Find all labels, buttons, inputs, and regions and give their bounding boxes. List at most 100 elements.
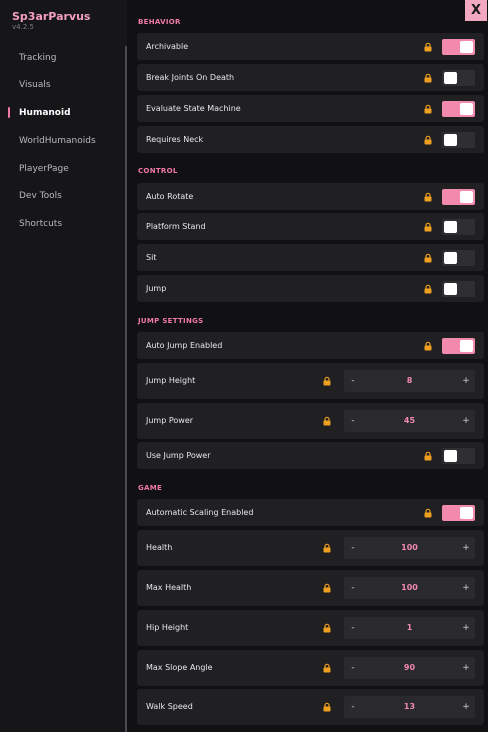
stepper-value[interactable]: 100 xyxy=(362,577,457,599)
stepper-value[interactable]: 100 xyxy=(362,537,457,559)
setting-label: Evaluate State Machine xyxy=(146,104,241,113)
lock-icon[interactable] xyxy=(322,416,332,426)
decrement-button[interactable]: - xyxy=(344,577,362,599)
sidebar-item-playerpage[interactable]: PlayerPage xyxy=(19,164,69,174)
increment-button[interactable]: + xyxy=(457,537,475,559)
sidebar-item-humanoid[interactable]: Humanoid xyxy=(19,108,71,118)
lock-icon[interactable] xyxy=(423,192,433,202)
setting-label: Requires Neck xyxy=(146,135,204,144)
lock-icon[interactable] xyxy=(423,284,433,294)
setting-row-use-jump-power: Use Jump Power xyxy=(137,442,484,469)
setting-label: Walk Speed xyxy=(146,702,193,711)
setting-row-archivable: Archivable xyxy=(137,33,484,60)
stepper-value[interactable]: 45 xyxy=(362,410,457,432)
setting-label: Max Health xyxy=(146,583,192,592)
toggle-knob xyxy=(460,340,473,352)
setting-label: Hip Height xyxy=(146,623,189,632)
setting-row-max-slope: Max Slope Angle - 90 + xyxy=(137,650,484,686)
stepper-jump-height: - 8 + xyxy=(344,370,475,392)
increment-button[interactable]: + xyxy=(457,617,475,639)
toggle-requires-neck[interactable] xyxy=(442,132,475,148)
lock-icon[interactable] xyxy=(423,222,433,232)
toggle-knob xyxy=(460,507,473,519)
setting-row-evaluate-state: Evaluate State Machine xyxy=(137,95,484,122)
toggle-auto-scaling[interactable] xyxy=(442,505,475,521)
setting-row-auto-rotate: Auto Rotate xyxy=(137,183,484,210)
sidebar-item-tracking[interactable]: Tracking xyxy=(19,53,56,63)
stepper-value[interactable]: 1 xyxy=(362,617,457,639)
setting-row-hip-height: Hip Height - 1 + xyxy=(137,610,484,646)
toggle-knob xyxy=(460,191,473,203)
stepper-jump-power: - 45 + xyxy=(344,410,475,432)
app-version: v4.2.5 xyxy=(12,23,34,31)
section-header-jump-settings: JUMP SETTINGS xyxy=(138,317,204,325)
setting-row-sit: Sit xyxy=(137,244,484,271)
toggle-archivable[interactable] xyxy=(442,39,475,55)
lock-icon[interactable] xyxy=(322,583,332,593)
increment-button[interactable]: + xyxy=(457,696,475,718)
stepper-walk-speed: - 13 + xyxy=(344,696,475,718)
lock-icon[interactable] xyxy=(322,663,332,673)
stepper-value[interactable]: 13 xyxy=(362,696,457,718)
setting-row-platform-stand: Platform Stand xyxy=(137,213,484,240)
lock-icon[interactable] xyxy=(322,543,332,553)
decrement-button[interactable]: - xyxy=(344,537,362,559)
increment-button[interactable]: + xyxy=(457,657,475,679)
toggle-knob xyxy=(444,283,457,295)
decrement-button[interactable]: - xyxy=(344,410,362,432)
sidebar-item-shortcuts[interactable]: Shortcuts xyxy=(19,219,62,229)
increment-button[interactable]: + xyxy=(457,370,475,392)
increment-button[interactable]: + xyxy=(457,410,475,432)
stepper-value[interactable]: 90 xyxy=(362,657,457,679)
sidebar-item-dev-tools[interactable]: Dev Tools xyxy=(19,191,62,201)
lock-icon[interactable] xyxy=(423,451,433,461)
toggle-platform-stand[interactable] xyxy=(442,219,475,235)
section-header-control: CONTROL xyxy=(138,167,178,175)
lock-icon[interactable] xyxy=(322,702,332,712)
stepper-max-slope: - 90 + xyxy=(344,657,475,679)
setting-label: Max Slope Angle xyxy=(146,663,213,672)
toggle-knob xyxy=(444,252,457,264)
setting-row-jump: Jump xyxy=(137,275,484,302)
setting-label: Sit xyxy=(146,253,157,262)
lock-icon[interactable] xyxy=(322,376,332,386)
decrement-button[interactable]: - xyxy=(344,617,362,639)
setting-label: Jump xyxy=(146,284,167,293)
stepper-value[interactable]: 8 xyxy=(362,370,457,392)
toggle-sit[interactable] xyxy=(442,250,475,266)
lock-icon[interactable] xyxy=(423,104,433,114)
toggle-knob xyxy=(444,134,457,146)
sidebar-item-visuals[interactable]: Visuals xyxy=(19,80,51,90)
sidebar-scrollbar[interactable] xyxy=(125,46,127,732)
setting-row-max-health: Max Health - 100 + xyxy=(137,570,484,606)
toggle-knob xyxy=(444,450,457,462)
toggle-auto-jump[interactable] xyxy=(442,338,475,354)
toggle-jump[interactable] xyxy=(442,281,475,297)
decrement-button[interactable]: - xyxy=(344,370,362,392)
setting-label: Jump Power xyxy=(146,416,194,425)
lock-icon[interactable] xyxy=(423,73,433,83)
setting-label: Platform Stand xyxy=(146,222,206,231)
app-title: Sp3arParvus xyxy=(12,10,91,23)
setting-label: Jump Height xyxy=(146,376,196,385)
toggle-use-jump-power[interactable] xyxy=(442,448,475,464)
setting-label: Archivable xyxy=(146,42,189,51)
section-header-game: GAME xyxy=(138,484,163,492)
toggle-break-joints[interactable] xyxy=(442,70,475,86)
lock-icon[interactable] xyxy=(423,508,433,518)
setting-label: Use Jump Power xyxy=(146,451,211,460)
setting-row-requires-neck: Requires Neck xyxy=(137,126,484,153)
increment-button[interactable]: + xyxy=(457,577,475,599)
lock-icon[interactable] xyxy=(423,253,433,263)
toggle-auto-rotate[interactable] xyxy=(442,189,475,205)
toggle-evaluate-state[interactable] xyxy=(442,101,475,117)
lock-icon[interactable] xyxy=(423,135,433,145)
lock-icon[interactable] xyxy=(423,42,433,52)
sidebar-item-worldhumanoids[interactable]: WorldHumanoids xyxy=(19,136,96,146)
setting-row-auto-jump: Auto Jump Enabled xyxy=(137,332,484,359)
lock-icon[interactable] xyxy=(423,341,433,351)
decrement-button[interactable]: - xyxy=(344,657,362,679)
stepper-health: - 100 + xyxy=(344,537,475,559)
decrement-button[interactable]: - xyxy=(344,696,362,718)
lock-icon[interactable] xyxy=(322,623,332,633)
